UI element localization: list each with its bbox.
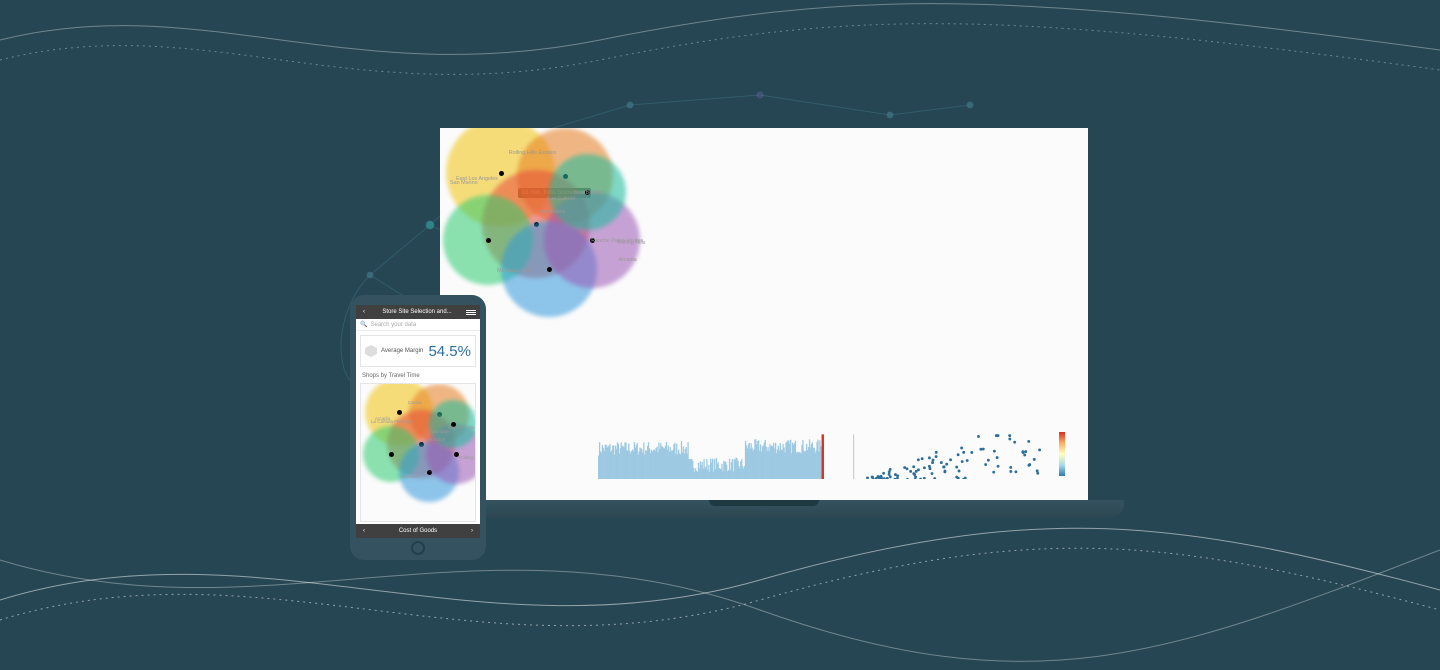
search-icon: 🔍 [360,321,367,328]
phone-title: Store Site Selection and... [382,309,451,315]
kpi-label: Average Margin [381,348,424,354]
phone-kpi[interactable]: Average Margin 54.5% [360,335,476,367]
phone-map[interactable]: La Cañada FlintridgeBurbankAltadenaArcad… [360,383,476,522]
phone-footer: ‹ Cost of Goods › [356,524,480,538]
footer-title: Cost of Goods [399,528,437,534]
next-button[interactable]: › [468,527,476,535]
laptop-mockup: ◦ ▾ ≡ ▾ ▦ Store Site Selection and Perfo… [440,128,1088,518]
phone-screen: ‹ Store Site Selection and... 🔍 Search y… [356,305,480,538]
profitability-scatter [837,432,1063,479]
phone-search[interactable]: 🔍 Search your data [356,319,480,331]
phone-section-title: Shops by Travel Time [356,371,480,381]
csat-chart [598,432,824,479]
app-window: ◦ ▾ ≡ ▾ ▦ Store Site Selection and Perfo… [454,142,1074,486]
cube-icon [365,345,377,357]
phone-header: ‹ Store Site Selection and... [356,305,480,319]
card-delivery-map[interactable]: Delivery areas (US) 18 min. from Stonewo… [832,189,1068,398]
kpi-value: 54.5% [428,343,471,360]
search-placeholder: Search your data [370,322,416,328]
legend-bar [1059,432,1065,476]
home-button[interactable] [411,541,425,555]
back-button[interactable]: ‹ [360,308,368,316]
laptop-base [404,500,1124,518]
phone-mockup: ‹ Store Site Selection and... 🔍 Search y… [350,295,486,560]
menu-button[interactable] [466,310,476,315]
prev-button[interactable]: ‹ [360,527,368,535]
dashboard-grid: Average Margin 54.5% TY vs LY Sales 68.1… [454,186,1074,486]
laptop-screen: ◦ ▾ ≡ ▾ ▦ Store Site Selection and Perfo… [440,128,1088,500]
